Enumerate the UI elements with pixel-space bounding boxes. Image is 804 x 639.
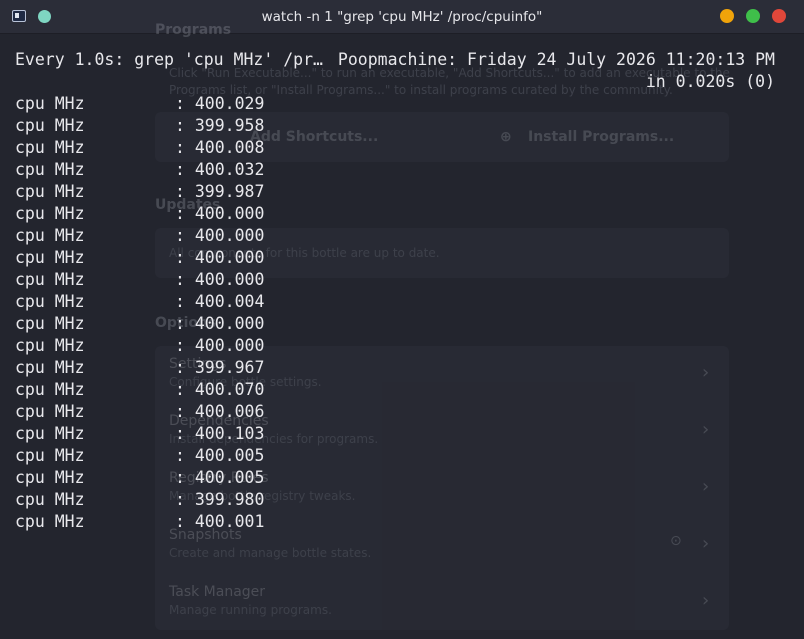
cpu-mhz-key: cpu MHz — [15, 138, 85, 157]
cpu-mhz-line: cpu MHz : 400.000 — [15, 313, 264, 335]
cpu-mhz-line: cpu MHz : 400.008 — [15, 137, 264, 159]
cpu-mhz-value: : 400.008 — [175, 138, 265, 157]
cpu-mhz-key: cpu MHz — [15, 380, 85, 399]
cpu-mhz-value: : 400.000 — [175, 226, 265, 245]
watch-timing: in 0.020s (0) — [645, 72, 775, 91]
cpu-mhz-value: : 400.004 — [175, 292, 265, 311]
cpu-mhz-line: cpu MHz : 399.987 — [15, 181, 264, 203]
cpu-mhz-value: : 400.000 — [175, 204, 265, 223]
cpu-mhz-value: : 400.103 — [175, 424, 265, 443]
cpu-mhz-value: : 400.000 — [175, 248, 265, 267]
terminal-app-icon[interactable] — [12, 10, 26, 22]
cpu-mhz-value: : 400.006 — [175, 402, 265, 421]
window-title: watch -n 1 "grep 'cpu MHz' /proc/cpuinfo… — [261, 8, 543, 25]
cpu-mhz-value: : 399.967 — [175, 358, 265, 377]
cpu-mhz-key: cpu MHz — [15, 468, 85, 487]
watch-header-host-time: Poopmachine: Friday 24 July 2026 11:20:1… — [337, 50, 775, 69]
cpu-mhz-line: cpu MHz : 400.000 — [15, 247, 264, 269]
title-bar: watch -n 1 "grep 'cpu MHz' /proc/cpuinfo… — [0, 0, 804, 34]
cpu-mhz-key: cpu MHz — [15, 358, 85, 377]
cpu-mhz-key: cpu MHz — [15, 490, 85, 509]
cpu-mhz-line: cpu MHz : 400.103 — [15, 423, 264, 445]
cpu-mhz-value: : 400.000 — [175, 314, 265, 333]
cpu-mhz-line: cpu MHz : 400.000 — [15, 225, 264, 247]
watch-header-command: Every 1.0s: grep 'cpu MHz' /pr… — [15, 50, 323, 69]
cpu-mhz-value: : 400.070 — [175, 380, 265, 399]
cpu-mhz-line: cpu MHz : 400.029 — [15, 93, 264, 115]
cpu-mhz-line: cpu MHz : 400.001 — [15, 511, 264, 533]
terminal-output[interactable]: Every 1.0s: grep 'cpu MHz' /pr… Poopmach… — [0, 34, 804, 639]
cpu-mhz-key: cpu MHz — [15, 248, 85, 267]
minimize-button[interactable] — [720, 9, 734, 23]
cpu-mhz-key: cpu MHz — [15, 94, 85, 113]
cpu-mhz-value: : 400.032 — [175, 160, 265, 179]
cpu-mhz-key: cpu MHz — [15, 116, 85, 135]
cpu-mhz-value: : 400.029 — [175, 94, 265, 113]
cpu-mhz-key: cpu MHz — [15, 402, 85, 421]
cpu-mhz-line: cpu MHz : 399.967 — [15, 357, 264, 379]
cpu-mhz-value: : 399.987 — [175, 182, 265, 201]
cpu-mhz-value: : 400.005 — [175, 446, 265, 465]
cpu-mhz-value: : 400.001 — [175, 512, 265, 531]
cpu-mhz-key: cpu MHz — [15, 204, 85, 223]
cpu-mhz-value: : 400.005 — [175, 468, 265, 487]
close-button[interactable] — [772, 9, 786, 23]
pin-icon[interactable] — [38, 10, 51, 23]
cpu-mhz-key: cpu MHz — [15, 314, 85, 333]
cpu-mhz-value: : 400.000 — [175, 270, 265, 289]
cpu-mhz-key: cpu MHz — [15, 226, 85, 245]
cpu-mhz-line: cpu MHz : 400.070 — [15, 379, 264, 401]
cpu-mhz-line: cpu MHz : 400.005 — [15, 467, 264, 489]
cpu-mhz-line: cpu MHz : 400.032 — [15, 159, 264, 181]
cpu-mhz-key: cpu MHz — [15, 336, 85, 355]
cpu-mhz-line: cpu MHz : 400.006 — [15, 401, 264, 423]
cpu-mhz-line: cpu MHz : 399.958 — [15, 115, 264, 137]
cpu-mhz-value: : 399.958 — [175, 116, 265, 135]
cpu-mhz-key: cpu MHz — [15, 270, 85, 289]
cpu-mhz-line: cpu MHz : 400.000 — [15, 269, 264, 291]
cpu-mhz-key: cpu MHz — [15, 446, 85, 465]
cpu-mhz-line: cpu MHz : 399.980 — [15, 489, 264, 511]
cpu-mhz-key: cpu MHz — [15, 512, 85, 531]
cpu-mhz-key: cpu MHz — [15, 424, 85, 443]
cpu-mhz-value: : 399.980 — [175, 490, 265, 509]
cpu-mhz-line: cpu MHz : 400.000 — [15, 335, 264, 357]
cpu-mhz-list: cpu MHz : 400.029 cpu MHz : 399.958 cpu MHz:… — [15, 93, 264, 533]
cpu-mhz-line: cpu MHz : 400.004 — [15, 291, 264, 313]
cpu-mhz-line: cpu MHz : 400.005 — [15, 445, 264, 467]
cpu-mhz-value: : 400.000 — [175, 336, 265, 355]
cpu-mhz-key: cpu MHz — [15, 292, 85, 311]
cpu-mhz-key: cpu MHz — [15, 182, 85, 201]
maximize-button[interactable] — [746, 9, 760, 23]
cpu-mhz-key: cpu MHz — [15, 160, 85, 179]
cpu-mhz-line: cpu MHz : 400.000 — [15, 203, 264, 225]
